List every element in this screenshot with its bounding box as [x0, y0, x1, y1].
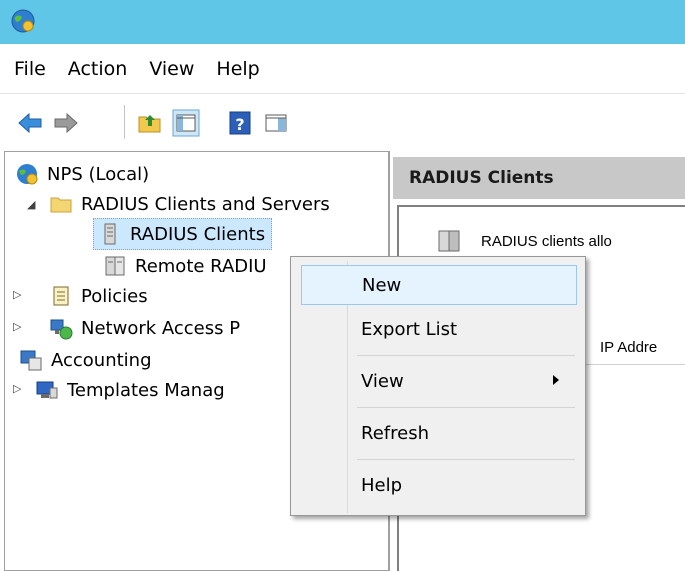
- menu-help[interactable]: Help: [205, 58, 270, 80]
- menu-action[interactable]: Action: [57, 58, 139, 80]
- tree-label: NPS (Local): [47, 163, 150, 185]
- tree-label: Templates Manag: [67, 379, 225, 401]
- toolbar-separator: [124, 105, 125, 139]
- menu-separator: [357, 355, 575, 356]
- tree-label: Network Access P: [81, 317, 241, 339]
- accounting-icon: [20, 350, 42, 371]
- menu-view[interactable]: View: [138, 58, 205, 80]
- tree-item-policies[interactable]: Policies: [49, 280, 148, 312]
- menu-bar: File Action View Help: [0, 44, 685, 94]
- menu-item-new[interactable]: New: [301, 265, 577, 305]
- tree-item-nps-local[interactable]: NPS (Local): [15, 158, 149, 190]
- nps-globe-icon[interactable]: [10, 8, 36, 34]
- tree-item-network-access-protection[interactable]: Network Access P: [49, 312, 240, 344]
- description-text: RADIUS clients allo: [481, 232, 612, 250]
- server-group-icon: [438, 230, 460, 252]
- menu-item-export-list[interactable]: Export List: [295, 309, 581, 349]
- server-icon: [104, 223, 116, 245]
- tree-label: RADIUS Clients: [130, 223, 266, 245]
- svg-text:?: ?: [235, 115, 244, 134]
- tree-item-remote-radius[interactable]: Remote RADIU: [103, 250, 267, 282]
- policy-document-icon: [53, 286, 69, 306]
- show-hide-console-tree-icon[interactable]: [172, 109, 200, 137]
- server-group-icon: [105, 256, 125, 276]
- column-header-ip-address[interactable]: IP Addre: [585, 331, 685, 365]
- network-access-icon: [50, 319, 73, 340]
- menu-file[interactable]: File: [0, 58, 57, 80]
- tree-label: Policies: [81, 285, 148, 307]
- tree-label: RADIUS Clients and Servers: [81, 193, 330, 215]
- expand-arrow-icon[interactable]: ▷: [13, 382, 21, 395]
- details-header: RADIUS Clients: [393, 157, 685, 199]
- forward-arrow-icon[interactable]: [52, 109, 80, 137]
- details-description: RADIUS clients allo: [437, 229, 612, 253]
- tree-label: Accounting: [51, 349, 152, 371]
- tree-item-templates-management[interactable]: Templates Manag: [35, 374, 225, 406]
- help-icon[interactable]: ?: [226, 109, 254, 137]
- folder-icon: [50, 197, 72, 213]
- back-arrow-icon[interactable]: [16, 109, 44, 137]
- menu-item-view[interactable]: View: [295, 361, 581, 401]
- title-bar: [0, 0, 685, 44]
- context-menu: New Export List View Refresh Help: [290, 256, 586, 516]
- menu-item-refresh[interactable]: Refresh: [295, 413, 581, 453]
- collapse-arrow-icon[interactable]: ◢: [27, 198, 35, 211]
- menu-item-label: View: [361, 370, 404, 392]
- templates-icon: [36, 381, 58, 399]
- tree-item-radius-clients[interactable]: RADIUS Clients: [93, 218, 273, 250]
- nps-globe-icon: [17, 164, 38, 185]
- tree-label: Remote RADIU: [135, 255, 267, 277]
- expand-arrow-icon[interactable]: ▷: [13, 288, 21, 301]
- menu-separator: [357, 459, 575, 460]
- toolbar: ?: [0, 95, 685, 149]
- menu-item-help[interactable]: Help: [295, 465, 581, 505]
- tree-item-accounting[interactable]: Accounting: [19, 344, 152, 376]
- submenu-arrow-icon: [553, 375, 559, 385]
- expand-arrow-icon[interactable]: ▷: [13, 320, 21, 333]
- up-folder-icon[interactable]: [136, 109, 164, 137]
- show-hide-action-pane-icon[interactable]: [262, 109, 290, 137]
- tree-item-radius-clients-and-servers[interactable]: RADIUS Clients and Servers: [49, 188, 330, 220]
- menu-separator: [357, 407, 575, 408]
